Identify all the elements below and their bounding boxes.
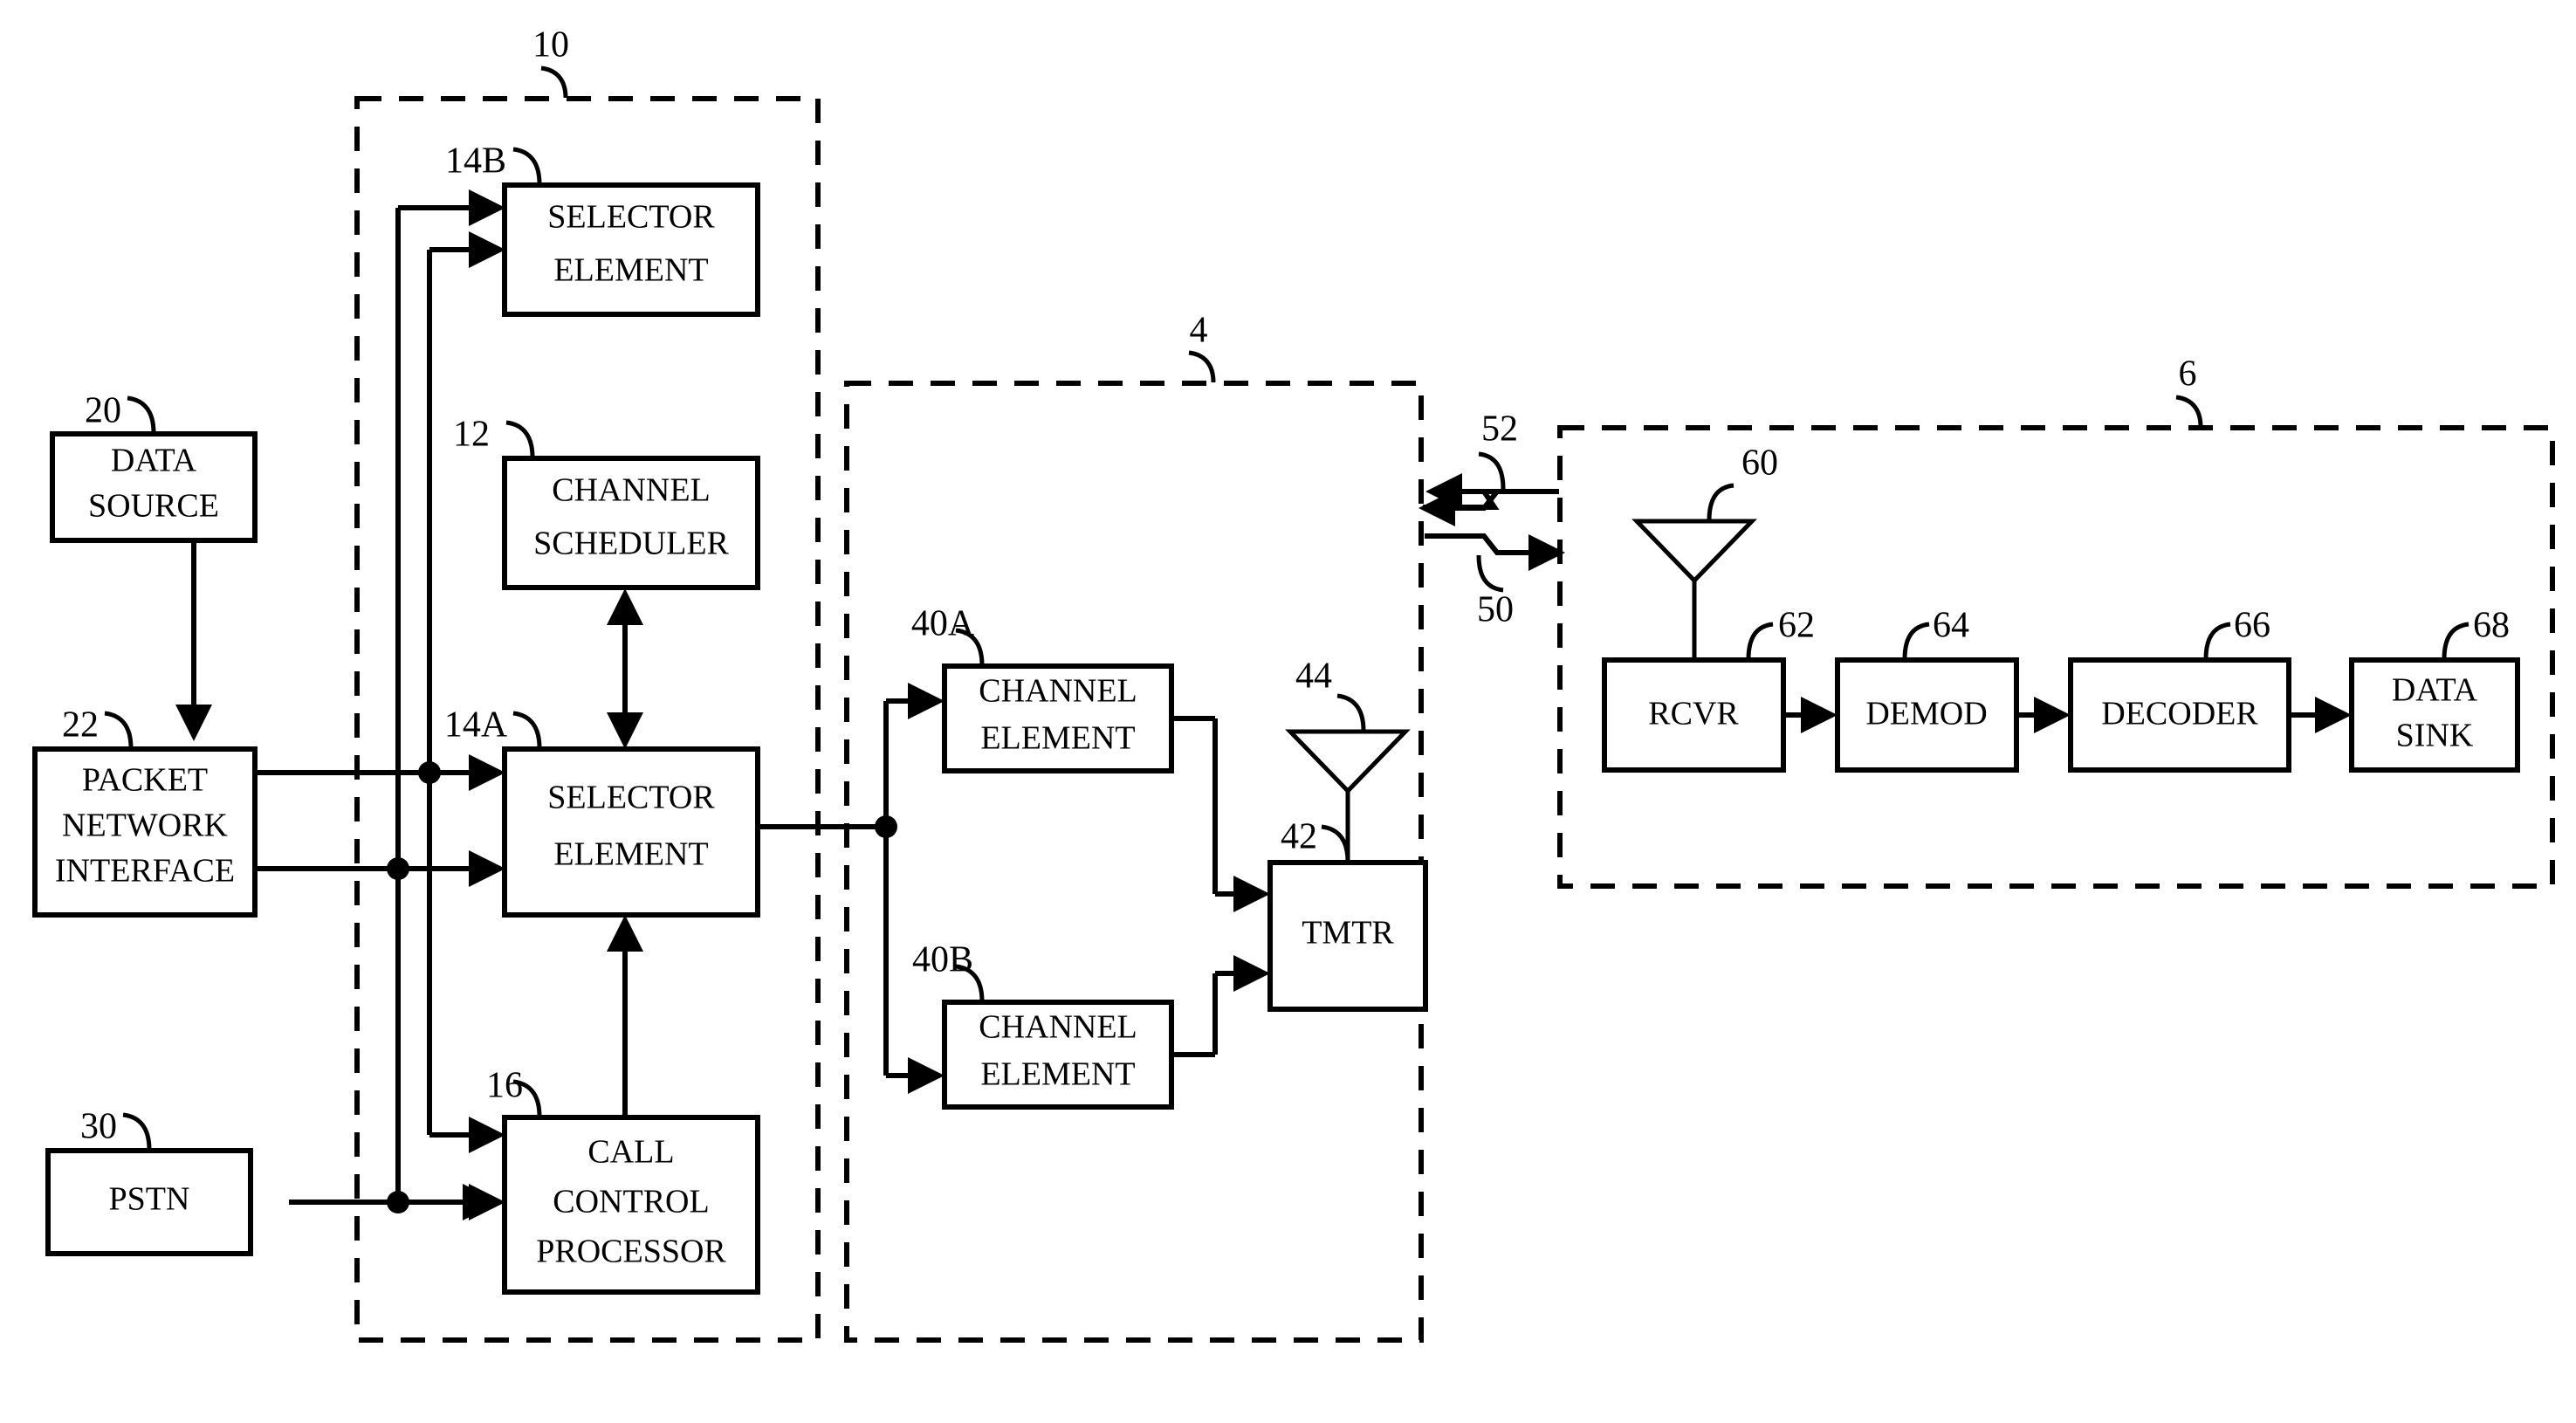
data-source-leader [127,395,156,434]
channel-element-b-ref: 40B [912,940,973,980]
block-receiver[interactable]: RCVR [1602,657,1786,773]
decoder-ref: 66 [2234,606,2270,646]
pstn-label-1: PSTN [109,1181,190,1218]
group-6-ref: 6 [2179,354,2197,395]
block-pstn[interactable]: PSTN [45,1148,253,1256]
receive-antenna-ref: 60 [1741,443,1778,484]
channel-scheduler-ref: 12 [453,415,490,455]
group-6-leader [2175,395,2203,428]
demodulator-leader [1902,622,1930,660]
channel-scheduler-label-2: SCHEDULER [533,526,729,562]
data-sink-leader [2442,622,2470,660]
wireless-link-50-arrow [1425,533,1565,571]
junction-dot-pni-out [418,761,441,784]
pni-label-1: PACKET [82,762,208,799]
selector-a-label-1: SELECTOR [547,780,715,816]
transmit-antenna-leader [1336,693,1366,732]
group-10-ref: 10 [532,25,569,65]
block-selector-element-a[interactable]: SELECTOR ELEMENT [502,746,760,918]
transmitter-leader [1321,824,1350,863]
pni-ref: 22 [62,705,99,746]
ccp-label-1: CALL [587,1134,674,1171]
data-sink-ref: 68 [2473,606,2510,646]
group-6-boundary [1557,425,2555,889]
wireless-link-52-leader [1478,451,1506,490]
ccp-label-2: CONTROL [553,1184,709,1220]
block-decoder[interactable]: DECODER [2068,657,2291,773]
block-channel-scheduler[interactable]: CHANNEL SCHEDULER [502,456,760,590]
transmit-antenna-ref: 44 [1295,657,1332,697]
channel-element-b-label-2: ELEMENT [980,1056,1135,1093]
transmitter-label-1: TMTR [1302,915,1394,952]
group-4-ref: 4 [1190,311,1208,351]
group-4-leader [1188,350,1216,383]
data-source-label-1: DATA [111,443,197,479]
selector-a-leader [512,711,542,749]
block-data-source[interactable]: DATA SOURCE [50,431,258,543]
data-source-ref: 20 [85,391,121,431]
selector-b-leader [512,147,542,185]
pni-label-3: INTERFACE [55,853,235,890]
wireless-link-52-ref: 52 [1481,409,1518,450]
block-selector-element-b[interactable]: SELECTOR ELEMENT [502,182,760,317]
pni-leader [104,711,134,749]
selector-a-ref: 14A [444,705,508,746]
group-10-leader [540,65,568,99]
block-transmitter[interactable]: TMTR [1267,860,1428,1012]
ccp-label-3: PROCESSOR [536,1234,726,1270]
data-sink-label-2: SINK [2396,718,2474,754]
receiver-ref: 62 [1778,606,1815,646]
channel-scheduler-label-1: CHANNEL [552,472,711,509]
ccp-ref: 16 [486,1066,523,1106]
pstn-leader [122,1112,152,1151]
block-channel-element-a[interactable]: CHANNEL ELEMENT [942,663,1174,773]
pstn-to-ccp-wire [289,1184,505,1220]
block-call-control-processor[interactable]: CALL CONTROL PROCESSOR [502,1115,760,1295]
channel-scheduler-leader [505,420,535,458]
channel-element-a-label-2: ELEMENT [980,720,1135,757]
receive-antenna-leader [1707,483,1735,521]
selector-a-label-2: ELEMENT [553,836,708,873]
pni-label-2: NETWORK [62,808,229,844]
pstn-ref: 30 [80,1107,117,1147]
selector-b-label-1: SELECTOR [547,199,715,236]
junction-dot-pni-bidir [387,857,409,880]
transmitter-ref: 42 [1281,817,1317,857]
receiver-leader [1746,622,1774,660]
block-channel-element-b[interactable]: CHANNEL ELEMENT [942,1000,1174,1110]
demodulator-ref: 64 [1933,606,1969,646]
channel-element-a-ref: 40A [911,604,975,644]
data-sink-label-1: DATA [2392,672,2478,709]
wireless-link-50-ref: 50 [1477,590,1514,630]
receive-antenna-icon [1631,519,1757,660]
selector-b-label-2: ELEMENT [553,252,708,289]
decoder-label-1: DECODER [2101,696,2258,732]
selector-b-ref: 14B [445,141,506,182]
patent-figure: 10 4 6 DATA SOURCE 20 PACKET NETWORK INT… [0,0,2576,1423]
demodulator-label-1: DEMOD [1865,696,1987,732]
channel-element-a-label-1: CHANNEL [979,673,1137,710]
block-demodulator[interactable]: DEMOD [1835,657,2019,773]
block-packet-network-interface[interactable]: PACKET NETWORK INTERFACE [32,746,258,918]
channel-elements-to-tmtr-wire [1171,716,1270,1057]
channel-element-b-label-1: CHANNEL [979,1009,1137,1046]
receiver-label-1: RCVR [1648,696,1739,732]
block-data-sink[interactable]: DATA SINK [2349,657,2520,773]
wireless-link-50-leader [1476,554,1504,593]
bus-riser-b [427,231,505,1153]
decoder-leader [2203,622,2231,660]
data-source-label-2: SOURCE [88,488,219,525]
